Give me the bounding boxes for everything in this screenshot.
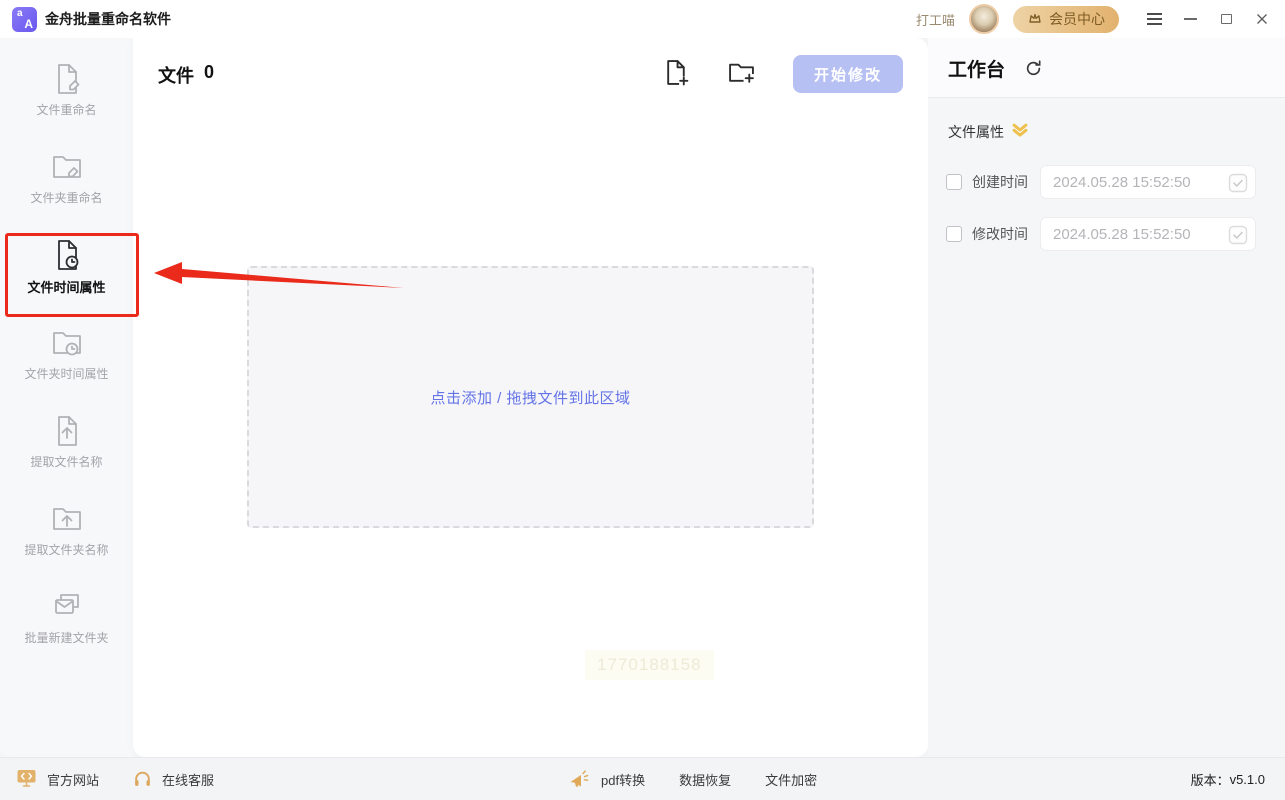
- app-title: 金舟批量重命名软件: [45, 11, 171, 27]
- online-service-link[interactable]: 在线客服: [162, 770, 214, 789]
- vip-badge-icon: [1012, 123, 1028, 142]
- watermark: 1770188158: [585, 650, 714, 680]
- batch-new-folder-icon: [50, 590, 84, 624]
- file-count-label: 文件: [158, 66, 194, 86]
- create-time-checkbox[interactable]: [946, 174, 962, 190]
- official-site-icon: [16, 768, 37, 791]
- sidebar-item-folder-rename[interactable]: 文件夹重命名: [0, 150, 133, 216]
- titlebar-right: 打工喵 会员中心: [916, 4, 1275, 34]
- sidebar-item-label: 文件重命名: [36, 103, 97, 117]
- add-file-button[interactable]: [663, 59, 690, 89]
- crown-icon: [1027, 11, 1043, 28]
- sidebar-item-label: 提取文件夹名称: [24, 543, 109, 557]
- member-center-label: 会员中心: [1049, 11, 1105, 27]
- sidebar-item-file-time[interactable]: 文件时间属性: [0, 238, 133, 304]
- modify-time-confirm-icon[interactable]: [1228, 225, 1248, 250]
- footer-right: 版本： v5.1.0: [1191, 758, 1265, 800]
- add-folder-button[interactable]: [728, 59, 755, 89]
- folder-rename-icon: [50, 150, 84, 184]
- file-list-header: 文件 0 开始修改: [133, 38, 928, 134]
- start-modify-button[interactable]: 开始修改: [793, 55, 903, 93]
- create-time-row: 创建时间 2024.05.28 15:52:50: [928, 165, 1285, 199]
- title-bar: aA 金舟批量重命名软件 打工喵 会员中心: [0, 0, 1285, 38]
- modify-time-label: 修改时间: [972, 226, 1028, 242]
- add-folder-icon: [728, 63, 755, 89]
- folder-time-icon: [50, 326, 84, 360]
- add-file-icon: [663, 60, 690, 89]
- modify-time-input[interactable]: 2024.05.28 15:52:50: [1040, 217, 1256, 251]
- pdf-convert-link[interactable]: pdf转换: [601, 770, 645, 789]
- username-label: 打工喵: [915, 12, 955, 28]
- sidebar: 文件重命名 文件夹重命名 文件时间属性 文件夹时间属性 提取文件名称 提取文件夹…: [0, 38, 133, 757]
- file-list-panel: 文件 0 开始修改 点击添加 / 拖拽文件到此区域 1770188158: [133, 38, 928, 757]
- app-logo-icon: aA: [12, 6, 37, 32]
- modify-time-row: 修改时间 2024.05.28 15:52:50: [928, 217, 1285, 251]
- content-area: 文件重命名 文件夹重命名 文件时间属性 文件夹时间属性 提取文件名称 提取文件夹…: [0, 38, 1285, 757]
- megaphone-icon: [568, 769, 591, 791]
- user-avatar[interactable]: [969, 4, 999, 34]
- menu-icon[interactable]: [1141, 6, 1167, 32]
- maximize-button[interactable]: [1213, 6, 1239, 32]
- create-time-label: 创建时间: [972, 174, 1028, 190]
- workbench-title: 工作台: [948, 60, 1006, 81]
- version-label: 版本：: [1190, 773, 1230, 788]
- create-time-input[interactable]: 2024.05.28 15:52:50: [1040, 165, 1256, 199]
- extract-folder-name-icon: [50, 502, 84, 536]
- sidebar-item-file-rename[interactable]: 文件重命名: [0, 62, 133, 128]
- footer-bar: 官方网站 在线客服 pdf转换 数据恢复 文件加密 版本： v5.1.0: [0, 757, 1285, 800]
- version-value: v5.1.0: [1229, 772, 1265, 787]
- sidebar-item-label: 文件夹时间属性: [24, 367, 109, 381]
- sidebar-item-extract-file-name[interactable]: 提取文件名称: [0, 414, 133, 480]
- workbench-header: 工作台: [928, 38, 1285, 98]
- create-time-confirm-icon[interactable]: [1228, 173, 1248, 198]
- sidebar-item-label: 文件夹重命名: [30, 191, 103, 205]
- header-actions: 开始修改: [663, 55, 903, 93]
- modify-time-checkbox[interactable]: [946, 226, 962, 242]
- close-button[interactable]: [1249, 6, 1275, 32]
- refresh-icon[interactable]: [1025, 60, 1042, 82]
- sidebar-item-label: 文件时间属性: [27, 280, 106, 295]
- footer-left: 官方网站 在线客服: [16, 758, 214, 800]
- create-time-value: 2024.05.28 15:52:50: [1053, 173, 1191, 191]
- sidebar-item-label: 批量新建文件夹: [24, 631, 109, 645]
- sidebar-item-label: 提取文件名称: [30, 455, 103, 469]
- file-attributes-label: 文件属性: [948, 124, 1004, 140]
- online-service-icon: [133, 769, 152, 791]
- footer-center: pdf转换 数据恢复 文件加密: [568, 758, 817, 800]
- file-attributes-section: 文件属性: [948, 122, 1028, 142]
- file-dropzone[interactable]: 点击添加 / 拖拽文件到此区域: [247, 266, 814, 528]
- sidebar-item-folder-time[interactable]: 文件夹时间属性: [0, 326, 133, 392]
- file-count-value: 0: [204, 62, 215, 82]
- file-count-title: 文件 0: [158, 62, 214, 88]
- workbench-panel: 工作台 文件属性 创建时间 2024.05.28 15:52:50 修改时间 2…: [928, 38, 1285, 757]
- sidebar-item-batch-new-folder[interactable]: 批量新建文件夹: [0, 590, 133, 656]
- window-controls: [1141, 6, 1275, 32]
- data-recovery-link[interactable]: 数据恢复: [679, 770, 731, 789]
- app-identity: aA 金舟批量重命名软件: [12, 6, 171, 32]
- dropzone-hint: 点击添加 / 拖拽文件到此区域: [430, 389, 631, 407]
- member-center-button[interactable]: 会员中心: [1013, 5, 1119, 33]
- extract-file-name-icon: [50, 414, 84, 448]
- file-encrypt-link[interactable]: 文件加密: [765, 770, 817, 789]
- official-site-link[interactable]: 官方网站: [47, 770, 99, 789]
- sidebar-item-extract-folder-name[interactable]: 提取文件夹名称: [0, 502, 133, 568]
- modify-time-value: 2024.05.28 15:52:50: [1053, 225, 1191, 243]
- file-time-icon: [50, 238, 84, 272]
- minimize-button[interactable]: [1177, 6, 1203, 32]
- file-rename-icon: [50, 62, 84, 96]
